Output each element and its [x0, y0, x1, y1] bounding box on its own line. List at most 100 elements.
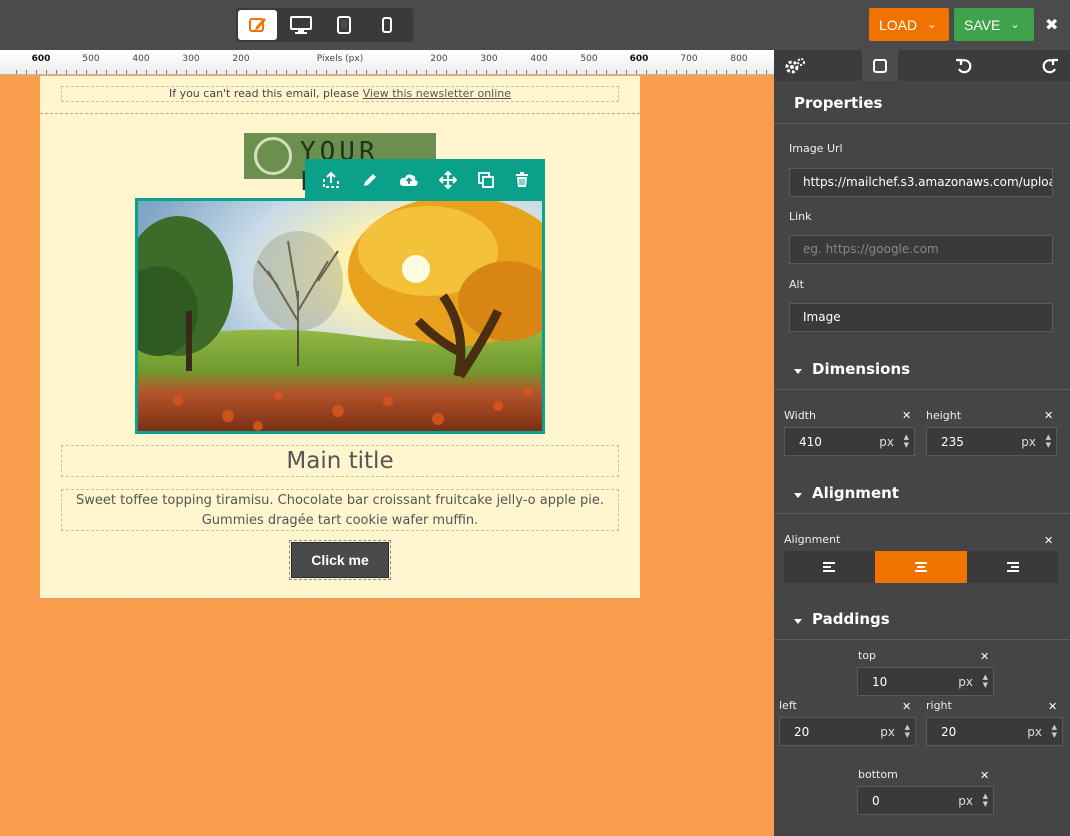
align-left-button[interactable]	[784, 551, 876, 583]
mobile-icon	[382, 17, 393, 33]
ruler-minor-tick	[406, 70, 407, 74]
padding-top-input[interactable]: 10 px ▲ ▼	[857, 667, 994, 696]
align-right-icon	[1007, 562, 1020, 572]
view-online-link[interactable]: View this newsletter online	[363, 87, 511, 100]
caret-down-icon	[794, 493, 802, 498]
padding-left-input[interactable]: 20 px ▲ ▼	[779, 717, 916, 746]
stepper-icon[interactable]: ▲ ▼	[983, 673, 988, 689]
ruler-minor-tick	[216, 70, 217, 74]
ruler-tick: 600	[31, 54, 51, 64]
ruler-minor-tick	[276, 70, 277, 74]
clear-padding-right-icon[interactable]: ✕	[1048, 700, 1057, 713]
stepper-icon[interactable]: ▲ ▼	[1052, 723, 1057, 739]
tab-block[interactable]	[862, 50, 898, 81]
save-button-label: SAVE	[964, 16, 1001, 33]
padding-bottom-input[interactable]: 0 px ▲ ▼	[857, 786, 994, 815]
image-url-input[interactable]: https://mailchef.s3.amazonaws.com/upload…	[789, 168, 1053, 197]
stepper-icon[interactable]: ▲ ▼	[904, 433, 909, 449]
padding-right-unit: px	[1027, 725, 1042, 739]
ruler-minor-tick	[476, 70, 477, 74]
clear-alignment-icon[interactable]: ✕	[1044, 534, 1053, 547]
ruler-minor-tick	[596, 70, 597, 74]
redo-button[interactable]	[1032, 50, 1068, 81]
ruler-tick: 200	[232, 54, 250, 64]
width-unit: px	[879, 435, 894, 449]
padding-right-input[interactable]: 20 px ▲ ▼	[926, 717, 1063, 746]
ruler-tick: 400	[132, 54, 150, 64]
ruler-minor-tick	[696, 70, 697, 74]
stepper-icon[interactable]: ▲ ▼	[1046, 433, 1051, 449]
clear-height-icon[interactable]: ✕	[1044, 409, 1053, 422]
save-button[interactable]: SAVE ⌄	[954, 8, 1034, 41]
body-text-block[interactable]: Sweet toffee topping tiramisu. Chocolate…	[61, 489, 619, 531]
ruler-minor-tick	[206, 70, 207, 74]
ruler-tick: 500	[82, 54, 100, 64]
ruler-minor-tick	[186, 70, 187, 74]
ruler-minor-tick	[26, 70, 27, 74]
trash-icon[interactable]	[515, 172, 529, 188]
padding-right-label: right	[926, 699, 952, 712]
section-divider	[0, 598, 774, 599]
tablet-preview-button[interactable]	[325, 10, 364, 40]
stepper-icon[interactable]: ▲ ▼	[905, 723, 910, 739]
ruler-minor-tick	[136, 70, 137, 74]
ruler-tick: 300	[480, 54, 498, 64]
clear-padding-top-icon[interactable]: ✕	[980, 650, 989, 663]
preheader-block[interactable]: If you can't read this email, please Vie…	[61, 86, 619, 102]
ruler-minor-tick	[196, 70, 197, 74]
ruler-minor-tick	[46, 70, 47, 74]
dimensions-header[interactable]: Dimensions	[774, 358, 1070, 390]
close-icon[interactable]: ✖	[1045, 15, 1058, 34]
height-unit: px	[1021, 435, 1036, 449]
duplicate-icon[interactable]	[478, 172, 494, 188]
edit-mode-button[interactable]	[238, 10, 278, 40]
cloud-upload-icon[interactable]	[399, 173, 419, 187]
align-center-icon	[914, 562, 927, 572]
align-right-button[interactable]	[966, 551, 1058, 583]
clear-padding-left-icon[interactable]: ✕	[902, 700, 911, 713]
stepper-icon[interactable]: ▲ ▼	[983, 792, 988, 808]
link-input[interactable]: eg. https://google.com	[789, 235, 1053, 264]
undo-button[interactable]	[946, 50, 982, 81]
ruler-minor-tick	[506, 70, 507, 74]
padding-top-unit: px	[958, 675, 973, 689]
ruler-minor-tick	[126, 70, 127, 74]
move-icon[interactable]	[439, 171, 458, 189]
ruler-minor-tick	[716, 70, 717, 74]
ruler-minor-tick	[386, 70, 387, 74]
ruler-minor-tick	[156, 70, 157, 74]
load-button[interactable]: LOAD ⌄	[869, 8, 949, 41]
preheader-text: If you can't read this email, please	[168, 87, 360, 100]
paddings-header[interactable]: Paddings	[774, 608, 1070, 640]
ruler-minor-tick	[66, 70, 67, 74]
ruler-tick: 500	[580, 54, 598, 64]
align-center-button[interactable]	[875, 551, 967, 583]
ruler-minor-tick	[456, 70, 457, 74]
height-input[interactable]: 235 px ▲ ▼	[926, 427, 1057, 456]
alignment-header[interactable]: Alignment	[774, 482, 1070, 514]
ruler-minor-tick	[356, 70, 357, 74]
image-url-label: Image Url	[789, 142, 843, 155]
ruler-minor-tick	[166, 70, 167, 74]
ruler-minor-tick	[236, 70, 237, 74]
tab-settings[interactable]	[777, 50, 813, 81]
align-left-icon	[822, 562, 835, 572]
clear-width-icon[interactable]: ✕	[902, 409, 911, 422]
mobile-preview-button[interactable]	[368, 10, 407, 40]
clear-padding-bottom-icon[interactable]: ✕	[980, 769, 989, 782]
call-to-action-button[interactable]: Click me	[289, 540, 391, 580]
width-input[interactable]: 410 px ▲ ▼	[784, 427, 915, 456]
desktop-preview-button[interactable]	[281, 10, 320, 40]
padding-bottom-label: bottom	[858, 768, 898, 781]
alt-input[interactable]: Image	[789, 303, 1053, 332]
ruler-minor-tick	[366, 70, 367, 74]
alignment-label: Alignment	[784, 533, 841, 546]
main-title[interactable]: Main title	[61, 445, 619, 477]
email-body[interactable]: If you can't read this email, please Vie…	[40, 76, 640, 598]
upload-icon[interactable]	[321, 171, 341, 189]
height-value: 235	[941, 435, 964, 449]
hero-image-block[interactable]	[135, 198, 545, 434]
pencil-icon[interactable]	[362, 172, 378, 188]
ruler-minor-tick	[556, 70, 557, 74]
pixel-ruler: 600 500 400 300 200 Pixels (px) 200 300 …	[0, 50, 774, 75]
